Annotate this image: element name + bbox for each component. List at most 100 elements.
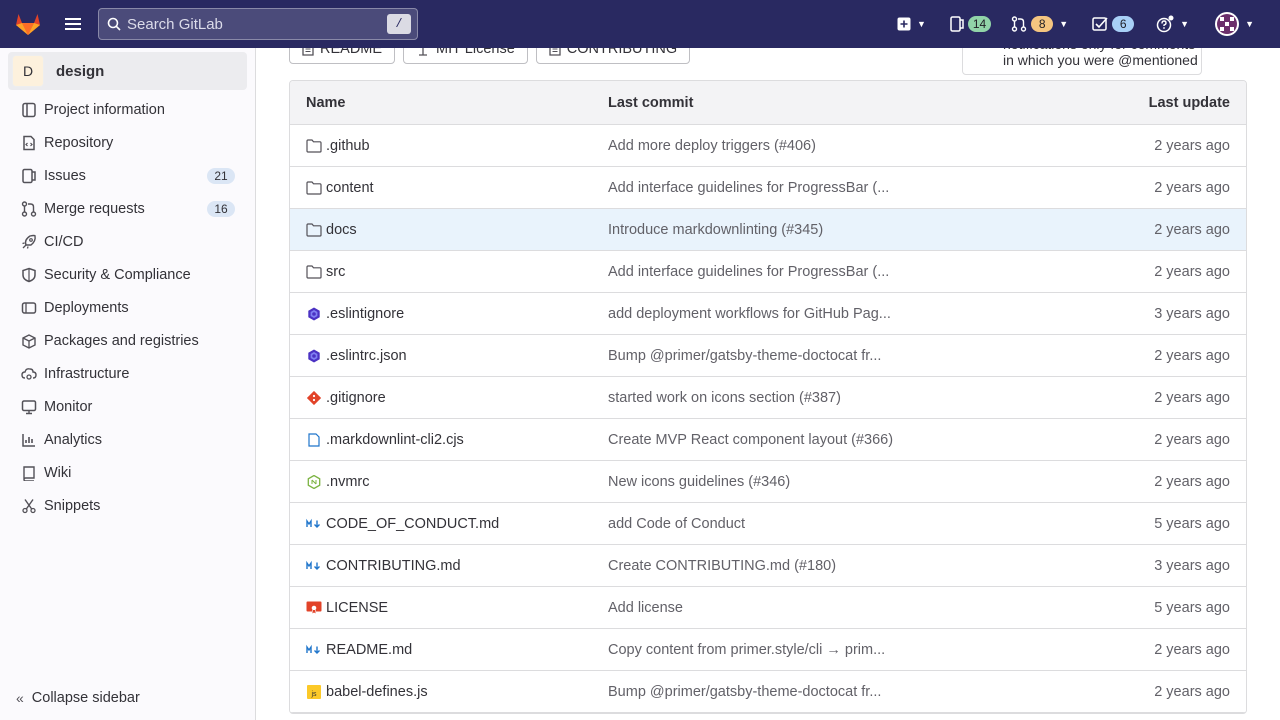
file-name-link[interactable]: content xyxy=(326,180,374,196)
last-update-time: 2 years ago xyxy=(1154,179,1230,196)
sidebar-item-merge-requests[interactable]: Merge requests 16 xyxy=(0,192,255,225)
markdown-icon xyxy=(306,558,322,574)
last-commit-link[interactable]: add deployment workflows for GitHub Pag.… xyxy=(608,306,1048,322)
chevron-double-left-icon: « xyxy=(16,690,24,706)
sidebar-item-infrastructure[interactable]: Infrastructure xyxy=(0,357,255,390)
file-name-link[interactable]: babel-defines.js xyxy=(326,684,428,700)
sidebar-item-repository[interactable]: Repository xyxy=(0,126,255,159)
file-name-link[interactable]: .nvmrc xyxy=(326,474,370,490)
search-icon xyxy=(107,17,121,31)
table-row[interactable]: .nvmrc New icons guidelines (#346) 2 years… xyxy=(290,461,1246,503)
file-name-link[interactable]: src xyxy=(326,264,345,280)
table-row[interactable]: README.md Copy content from primer.style/… xyxy=(290,629,1246,671)
help-dropdown-button[interactable]: ▼ xyxy=(1150,8,1195,40)
last-commit-link[interactable]: New icons guidelines (#346) xyxy=(608,474,1048,490)
file-name-link[interactable]: .eslintignore xyxy=(326,306,404,322)
sidebar-item-issues[interactable]: Issues 21 xyxy=(0,159,255,192)
file-name-link[interactable]: README.md xyxy=(326,642,412,658)
license-icon xyxy=(306,600,322,616)
table-row[interactable]: src Add interface guidelines for Progress… xyxy=(290,251,1246,293)
sidebar-item-project-information[interactable]: Project information xyxy=(0,93,255,126)
gitlab-logo-icon[interactable] xyxy=(8,0,48,48)
project-name: design xyxy=(56,62,105,80)
last-update-time: 2 years ago xyxy=(1154,683,1230,700)
readme-button[interactable]: README xyxy=(289,48,396,64)
sidebar-item-deployments[interactable]: Deployments xyxy=(0,291,255,324)
last-commit-link[interactable]: Bump @primer/gatsby-theme-doctocat fr... xyxy=(608,348,1048,364)
user-menu-button[interactable]: ▼ xyxy=(1209,8,1260,40)
sidebar-item-ci-cd[interactable]: CI/CD xyxy=(0,225,255,258)
last-commit-link[interactable]: Create CONTRIBUTING.md (#180) xyxy=(608,558,1048,574)
table-row[interactable]: .eslintrc.json Bump @primer/gatsby-theme-… xyxy=(290,335,1246,377)
collapse-sidebar-button[interactable]: « Collapse sidebar xyxy=(16,690,140,706)
file-name-link[interactable]: LICENSE xyxy=(326,600,388,616)
last-commit-link[interactable]: Add license xyxy=(608,600,1048,616)
file-name-link[interactable]: docs xyxy=(326,222,357,238)
sidebar-item-label: Merge requests xyxy=(44,200,145,217)
file-name-link[interactable]: .markdownlint-cli2.cjs xyxy=(326,432,464,448)
last-commit-link[interactable]: Add interface guidelines for ProgressBar… xyxy=(608,264,1048,280)
sidebar-item-label: Snippets xyxy=(44,497,101,514)
license-button[interactable]: MIT License xyxy=(403,48,528,64)
sidebar-project-link[interactable]: D design xyxy=(8,52,247,90)
table-row[interactable]: .markdownlint-cli2.cjs Create MVP React c… xyxy=(290,419,1246,461)
file-name-link[interactable]: CONTRIBUTING.md xyxy=(326,558,461,574)
deployments-icon xyxy=(20,299,38,317)
sidebar-item-monitor[interactable]: Monitor xyxy=(0,390,255,423)
sidebar-nav: Project information Repository Issues 21… xyxy=(0,93,255,522)
sidebar-item-label: Monitor xyxy=(44,398,93,415)
table-row[interactable]: .gitignore started work on icons section … xyxy=(290,377,1246,419)
issues-shortcut-button[interactable]: 14 xyxy=(944,8,997,40)
sidebar-item-wiki[interactable]: Wiki xyxy=(0,456,255,489)
last-commit-link[interactable]: Create MVP React component layout (#366) xyxy=(608,432,1048,448)
table-row[interactable]: docs Introduce markdownlinting (#345) 2 ye… xyxy=(290,209,1246,251)
table-row[interactable]: CODE_OF_CONDUCT.md add Code of Conduct 5 y… xyxy=(290,503,1246,545)
contributing-button[interactable]: CONTRIBUTING xyxy=(535,48,691,64)
javascript-icon: js xyxy=(306,684,322,700)
todos-shortcut-button[interactable]: 6 xyxy=(1086,8,1140,40)
file-name-link[interactable]: CODE_OF_CONDUCT.md xyxy=(326,516,499,532)
table-header: Name Last commit Last update xyxy=(290,81,1246,125)
table-row[interactable]: .github Add more deploy triggers (#406) 2 … xyxy=(290,125,1246,167)
sidebar-item-packages[interactable]: Packages and registries xyxy=(0,324,255,357)
new-dropdown-button[interactable]: ▼ xyxy=(891,8,932,40)
table-row[interactable]: content Add interface guidelines for Prog… xyxy=(290,167,1246,209)
sidebar-item-label: Repository xyxy=(44,134,114,151)
table-row[interactable]: .eslintignore add deployment workflows fo… xyxy=(290,293,1246,335)
table-row[interactable]: js babel-defines.js Bump @primer/gatsby-th… xyxy=(290,671,1246,713)
sidebar: D design Project information Repository … xyxy=(0,48,256,720)
last-commit-link[interactable]: Introduce markdownlinting (#345) xyxy=(608,222,1048,238)
sidebar-item-snippets[interactable]: Snippets xyxy=(0,489,255,522)
sidebar-item-analytics[interactable]: Analytics xyxy=(0,423,255,456)
table-row[interactable]: CONTRIBUTING.md Create CONTRIBUTING.md (#… xyxy=(290,545,1246,587)
last-commit-link[interactable]: Add more deploy triggers (#406) xyxy=(608,138,1048,154)
last-update-time: 2 years ago xyxy=(1154,641,1230,658)
sidebar-item-label: Packages and registries xyxy=(44,332,199,349)
file-name-cell: .eslintignore xyxy=(290,306,608,322)
nodejs-icon xyxy=(306,474,322,490)
sidebar-item-security[interactable]: Security & Compliance xyxy=(0,258,255,291)
last-commit-link[interactable]: Add interface guidelines for ProgressBar… xyxy=(608,180,1048,196)
last-update-time: 2 years ago xyxy=(1154,431,1230,448)
last-commit-link[interactable]: Copy content from primer.style/cli → pri… xyxy=(608,642,1048,658)
file-name-link[interactable]: .github xyxy=(326,138,370,154)
last-commit-link[interactable]: started work on icons section (#387) xyxy=(608,390,1048,406)
book-icon xyxy=(20,464,38,482)
last-commit-link[interactable]: add Code of Conduct xyxy=(608,516,1048,532)
file-name-link[interactable]: .gitignore xyxy=(326,390,386,406)
main-content: README MIT License CONTRIBUTING notifica… xyxy=(256,48,1280,720)
menu-icon[interactable] xyxy=(57,8,89,40)
last-commit-link[interactable]: Bump @primer/gatsby-theme-doctocat fr... xyxy=(608,684,1048,700)
merge-requests-shortcut-button[interactable]: 8 ▼ xyxy=(1005,8,1074,40)
project-avatar: D xyxy=(12,55,44,87)
snippet-icon xyxy=(20,497,38,515)
file-name-link[interactable]: .eslintrc.json xyxy=(326,348,407,364)
file-icon xyxy=(306,432,322,448)
sidebar-item-label: CI/CD xyxy=(44,233,84,250)
sidebar-item-label: Project information xyxy=(44,101,165,118)
todo-check-icon xyxy=(1092,17,1108,31)
folder-icon xyxy=(306,180,322,196)
doc-code-icon xyxy=(20,134,38,152)
table-row[interactable]: LICENSE Add license 5 years ago xyxy=(290,587,1246,629)
search-input[interactable]: Search GitLab / xyxy=(98,8,418,40)
